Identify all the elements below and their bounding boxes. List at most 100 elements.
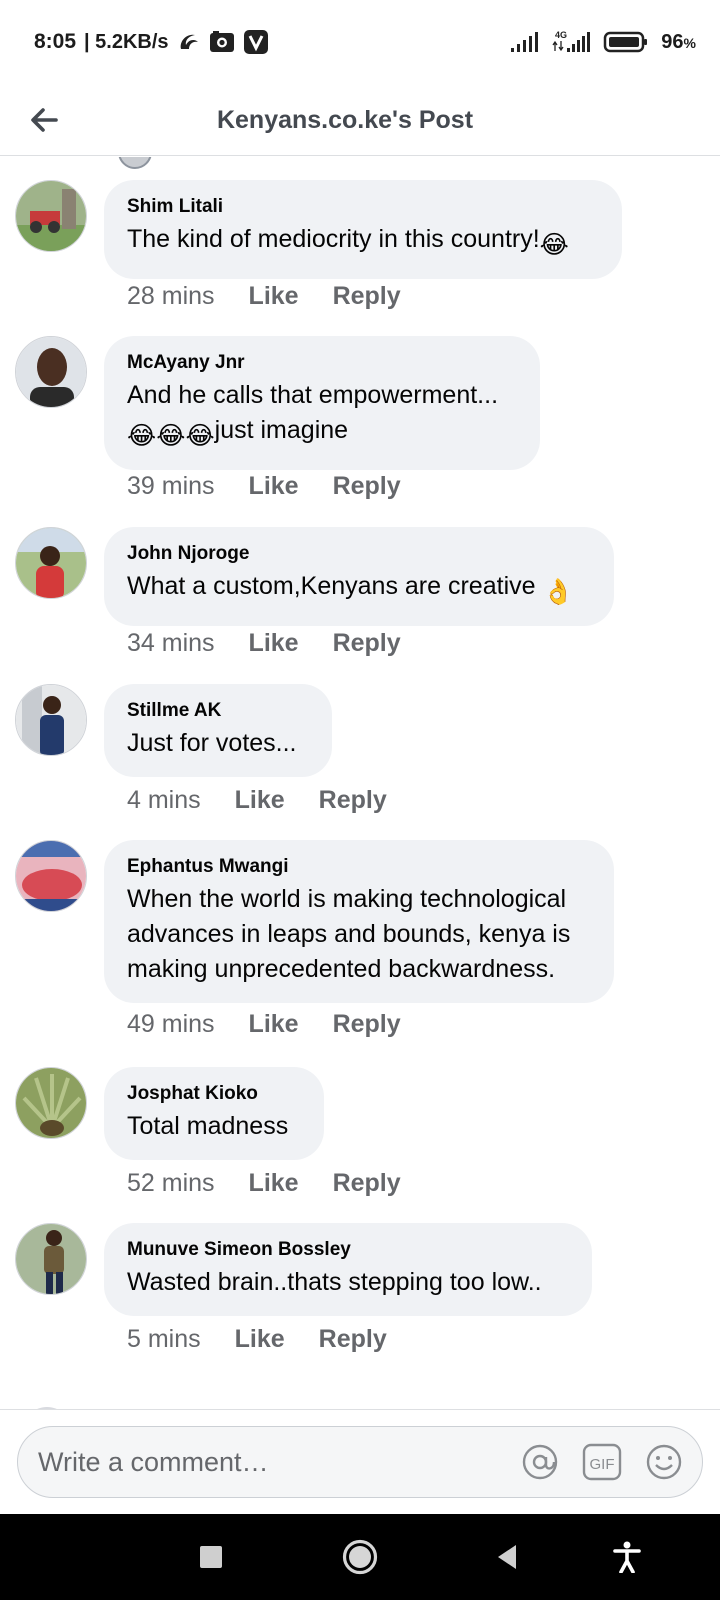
composer-icons: GIF [520, 1442, 702, 1482]
comment-timestamp[interactable]: 52 mins [127, 1169, 215, 1198]
laughing-crying-emoji: 😂 [127, 422, 157, 450]
comment-list[interactable]: Shim Litali The kind of mediocrity in th… [0, 157, 720, 1409]
like-button[interactable]: Like [249, 282, 299, 311]
home-button[interactable] [337, 1534, 383, 1580]
comment-line: When the world is making technological [127, 885, 567, 913]
reply-button[interactable]: Reply [319, 1325, 387, 1354]
comment-bubble[interactable]: McAyany Jnr And he calls that empowermen… [104, 336, 540, 470]
status-right: 4G 96% [509, 29, 696, 55]
avatar[interactable] [15, 1067, 87, 1139]
comment-bubble[interactable]: John Njoroge What a custom,Kenyans are c… [104, 527, 614, 626]
comment-line: The kind of mediocrity in this country! [127, 225, 540, 253]
battery-icon [603, 30, 649, 54]
comment-timestamp[interactable]: 28 mins [127, 282, 215, 311]
comment-line: advances in leaps and bounds, kenya is [127, 920, 571, 948]
avatar[interactable] [15, 527, 87, 599]
comment-bubble[interactable]: Josphat Kioko Total madness [104, 1067, 324, 1160]
comment-author[interactable]: McAyany Jnr [127, 350, 518, 376]
comment-actions: 39 mins Like Reply [127, 472, 401, 501]
comment-line: making unprecedented backwardness. [127, 955, 556, 983]
comment-author[interactable]: Stillme AK [127, 698, 310, 724]
reply-button[interactable]: Reply [319, 786, 387, 815]
comment-bubble[interactable]: Ephantus Mwangi When the world is making… [104, 840, 614, 1003]
page-title: Kenyans.co.ke's Post [216, 106, 474, 134]
avatar [118, 157, 152, 169]
comment-bubble[interactable]: Shim Litali The kind of mediocrity in th… [104, 180, 622, 279]
post-header: Kenyans.co.ke's Post [0, 84, 720, 156]
avatar[interactable] [15, 684, 87, 756]
comment-bubble[interactable]: Stillme AK Just for votes... [104, 684, 332, 777]
home-circle-icon [342, 1539, 378, 1575]
comment-text: Total madness [127, 1112, 289, 1140]
comment-author[interactable]: John Njoroge [127, 541, 592, 567]
comment-line: What a custom,Kenyans are creative [127, 572, 536, 600]
comment-timestamp[interactable]: 39 mins [127, 472, 215, 501]
laughing-crying-emoji: 😂 [185, 422, 215, 450]
comment-author[interactable]: Josphat Kioko [127, 1081, 302, 1107]
comment-actions: 5 mins Like Reply [127, 1325, 387, 1354]
gif-label: GIF [590, 1456, 615, 1473]
avatar[interactable] [15, 336, 87, 408]
like-button[interactable]: Like [235, 1325, 285, 1354]
ok-hand-emoji: 👌 [542, 578, 574, 606]
battery-value: 96 [661, 30, 684, 53]
like-button[interactable]: Like [249, 472, 299, 501]
comment-line: 😂😂😂just imagine [127, 413, 518, 454]
battery-percent: 96% [661, 31, 696, 54]
avatar[interactable] [15, 1223, 87, 1295]
recents-button[interactable] [188, 1534, 234, 1580]
gif-icon[interactable]: GIF [582, 1442, 622, 1482]
network-speed: | 5.2KB/s [84, 30, 169, 53]
comment-text: Wasted brain..thats stepping too low.. [127, 1268, 542, 1296]
reply-button[interactable]: Reply [333, 472, 401, 501]
avatar[interactable] [15, 180, 87, 252]
like-button[interactable]: Like [249, 1010, 299, 1039]
reply-button[interactable]: Reply [333, 629, 401, 658]
accessibility-icon [613, 1541, 641, 1573]
recents-square-icon [200, 1546, 222, 1568]
like-button[interactable]: Like [249, 1169, 299, 1198]
comment-author[interactable]: Munuve Simeon Bossley [127, 1237, 570, 1263]
comment-input-placeholder: Write a comment… [38, 1446, 269, 1477]
comment-input[interactable]: Write a comment… GIF [17, 1426, 703, 1498]
back-triangle-icon [498, 1545, 516, 1569]
at-icon[interactable] [520, 1442, 560, 1482]
comment-timestamp[interactable]: 4 mins [127, 786, 201, 815]
comment-actions: 49 mins Like Reply [127, 1010, 401, 1039]
laughing-crying-emoji: 😂 [156, 422, 186, 450]
back-nav-button[interactable] [484, 1534, 530, 1580]
comment-text: When the world is making technological a… [127, 882, 592, 987]
laughing-crying-emoji: 😂 [539, 231, 569, 259]
comment-author[interactable]: Ephantus Mwangi [127, 854, 592, 880]
comment-actions: 28 mins Like Reply [127, 282, 401, 311]
system-nav-bar [0, 1514, 720, 1600]
comment-text: Just for votes... [127, 729, 297, 757]
comment-line-text: just imagine [214, 416, 349, 444]
avatar[interactable] [15, 840, 87, 912]
comment-author[interactable]: Shim Litali [127, 194, 600, 220]
comment-timestamp[interactable]: 34 mins [127, 629, 215, 658]
comment-timestamp[interactable]: 5 mins [127, 1325, 201, 1354]
signal-4g-icon: 4G [551, 29, 591, 55]
comment-composer: Write a comment… GIF [0, 1409, 720, 1514]
status-left: 8:05 | 5.2KB/s [34, 29, 269, 55]
comment-line: And he calls that empowerment... [127, 381, 499, 409]
status-bar: 8:05 | 5.2KB/s 4G 96% [0, 0, 720, 84]
reply-button[interactable]: Reply [333, 1010, 401, 1039]
reply-button[interactable]: Reply [333, 282, 401, 311]
comment-bubble[interactable]: Munuve Simeon Bossley Wasted brain..that… [104, 1223, 592, 1316]
accessibility-button[interactable] [604, 1534, 650, 1580]
like-button[interactable]: Like [249, 629, 299, 658]
reply-button[interactable]: Reply [333, 1169, 401, 1198]
comment-text: What a custom,Kenyans are creative 👌 [127, 569, 592, 610]
battery-suffix: % [683, 34, 696, 51]
comment-actions: 34 mins Like Reply [127, 629, 401, 658]
comment-timestamp[interactable]: 49 mins [127, 1010, 215, 1039]
like-button[interactable]: Like [235, 786, 285, 815]
camera-app-icon [209, 30, 235, 54]
network-type-label: 4G [555, 30, 567, 40]
emoji-icon[interactable] [644, 1442, 684, 1482]
comment-actions: 4 mins Like Reply [127, 786, 387, 815]
signal-icon [509, 31, 539, 53]
swirl-icon [177, 31, 201, 53]
